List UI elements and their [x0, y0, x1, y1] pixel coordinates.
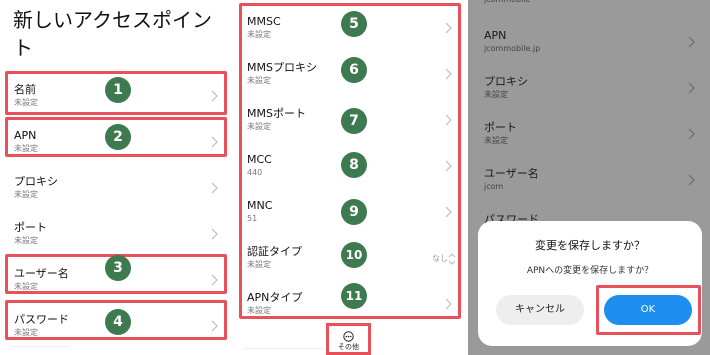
setting-label: APN: [14, 129, 37, 142]
highlight-box: [596, 285, 701, 335]
chevron-right-icon: [210, 182, 219, 194]
setting-label: MMSC: [247, 15, 281, 28]
chevron-right-icon: [687, 36, 696, 48]
apn-editor-scrolled-screen: MMSC 未設定 MMSプロキシ 未設定 MMSポート 未設定 MCC 440 …: [234, 0, 468, 355]
step-badge: 7: [341, 108, 367, 134]
setting-row-port[interactable]: ポート 未設定: [468, 116, 710, 156]
setting-value: 未設定: [247, 306, 271, 315]
setting-value: 未設定: [14, 144, 38, 153]
setting-value: 未設定: [484, 90, 508, 99]
chevron-right-icon: [444, 298, 453, 310]
chevron-right-icon: [444, 68, 453, 80]
setting-label: APNタイプ: [247, 291, 303, 304]
setting-row-proxy[interactable]: プロキシ 未設定: [0, 170, 234, 210]
setting-row-port[interactable]: ポート 未設定: [0, 216, 234, 256]
setting-label: MMSポート: [247, 107, 306, 120]
setting-label: ポート: [14, 221, 47, 234]
setting-value: 未設定: [247, 122, 271, 131]
chevron-right-icon: [444, 22, 453, 34]
setting-label: プロキシ: [484, 75, 528, 88]
setting-value: 未設定: [247, 260, 271, 269]
chevron-right-icon: [687, 174, 696, 186]
chevron-right-icon: [210, 90, 219, 102]
setting-value: 未設定: [14, 236, 38, 245]
step-badge: 4: [105, 309, 131, 335]
setting-label: プロキシ: [14, 175, 58, 188]
up-down-arrows-icon: [448, 251, 456, 265]
step-badge: 1: [105, 77, 131, 103]
setting-label: MNC: [247, 199, 273, 212]
dialog-message: APNへの変更を保存しますか？: [526, 266, 654, 276]
chevron-right-icon: [210, 228, 219, 240]
previous-row-value: jcommobile: [484, 0, 530, 5]
step-badge: 9: [341, 199, 367, 225]
setting-value: 440: [247, 168, 263, 177]
page-title: 新しいアクセスポイント: [13, 8, 212, 60]
chevron-right-icon: [444, 160, 453, 172]
setting-label: 認証タイプ: [247, 245, 302, 258]
step-badge: 11: [341, 283, 367, 309]
step-badge: 5: [341, 11, 367, 37]
chevron-right-icon: [444, 114, 453, 126]
setting-value: 未設定: [14, 282, 38, 291]
setting-value: jcom: [484, 182, 504, 191]
save-confirm-screen: jcommobile APN jcommobile.jp プロキシ 未設定 ポー…: [468, 0, 710, 355]
setting-row-username[interactable]: ユーザー名 jcom: [468, 162, 710, 202]
chevron-right-icon: [687, 82, 696, 94]
setting-label: ユーザー名: [14, 267, 69, 280]
setting-value: 未設定: [14, 98, 38, 107]
setting-label: パスワード: [14, 313, 69, 326]
more-label: その他: [338, 343, 359, 351]
setting-label: 名前: [14, 83, 36, 96]
setting-label: ユーザー名: [484, 167, 539, 180]
chevron-right-icon: [444, 206, 453, 218]
setting-value: 未設定: [247, 30, 271, 39]
save-changes-dialog: 変更を保存しますか？ APNへの変更を保存しますか？ キャンセル OK: [478, 221, 702, 346]
dialog-title: 変更を保存しますか？: [535, 239, 645, 252]
more-button[interactable]: その他: [326, 323, 371, 355]
cancel-button[interactable]: キャンセル: [496, 295, 584, 325]
setting-row-apn[interactable]: APN jcommobile.jp: [468, 24, 710, 64]
setting-row-proxy[interactable]: プロキシ 未設定: [468, 70, 710, 110]
next-row-peek: [10, 346, 70, 354]
setting-value: jcommobile.jp: [484, 44, 541, 53]
setting-label: MCC: [247, 153, 272, 166]
setting-value: 未設定: [247, 76, 271, 85]
step-badge: 10: [341, 242, 367, 268]
setting-label: ポート: [484, 121, 517, 134]
next-row-peek: [244, 348, 324, 354]
chevron-right-icon: [210, 136, 219, 148]
setting-label: MMSプロキシ: [247, 61, 317, 74]
auth-type-selected: なし: [432, 254, 448, 263]
chevron-right-icon: [210, 320, 219, 332]
step-badge: 3: [105, 255, 131, 281]
setting-value: 51: [247, 214, 258, 223]
step-badge: 6: [341, 57, 367, 83]
setting-value: 未設定: [14, 190, 38, 199]
setting-value: 未設定: [484, 136, 508, 145]
step-badge: 2: [105, 124, 131, 150]
chevron-right-icon: [687, 128, 696, 140]
apn-editor-screen: 新しいアクセスポイント 名前 未設定 APN 未設定 プロキシ 未設定 ポート …: [0, 0, 234, 355]
setting-value: 未設定: [14, 328, 38, 337]
chevron-right-icon: [210, 274, 219, 286]
step-badge: 8: [341, 152, 367, 178]
setting-label: APN: [484, 29, 507, 42]
more-icon: [343, 327, 354, 342]
